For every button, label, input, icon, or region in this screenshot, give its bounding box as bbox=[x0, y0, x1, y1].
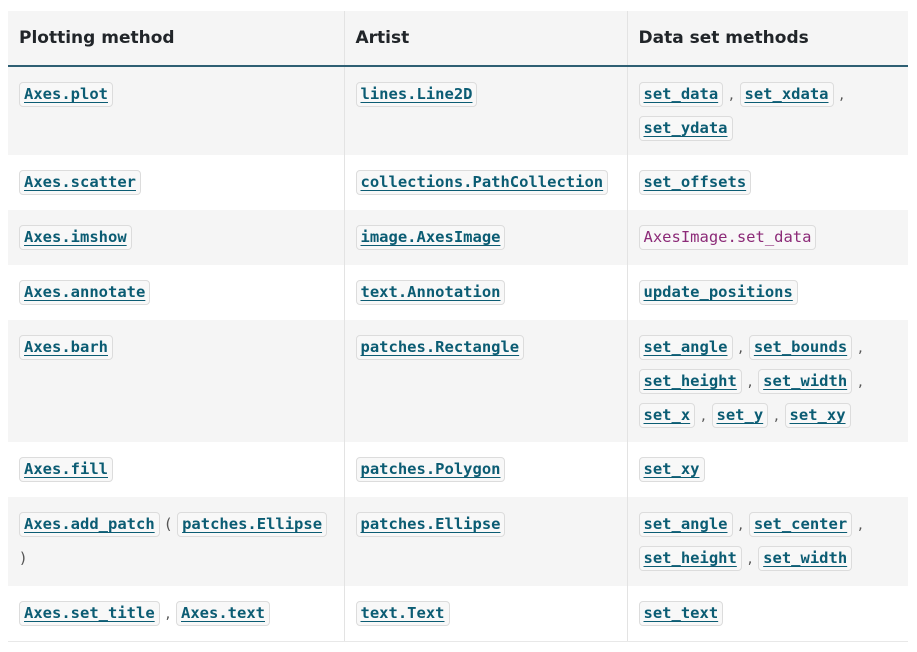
plotting-method-cell: Axes.plot bbox=[8, 66, 345, 155]
api-link[interactable]: collections.PathCollection bbox=[355, 170, 609, 195]
api-link[interactable]: Axes.scatter bbox=[19, 170, 141, 195]
api-link[interactable]: set_bounds bbox=[748, 335, 853, 360]
table-row: Axes.set_title , Axes.text text.Text set_t… bbox=[8, 586, 908, 642]
separator: , bbox=[728, 85, 734, 103]
plotting-method-cell: Axes.barh bbox=[8, 320, 345, 442]
separator: , bbox=[165, 604, 171, 622]
api-link[interactable]: set_height bbox=[638, 546, 742, 571]
api-link[interactable]: set_angle bbox=[638, 335, 733, 360]
api-link[interactable]: Axes.imshow bbox=[19, 225, 132, 250]
separator: , bbox=[773, 406, 779, 424]
api-link[interactable]: Axes.plot bbox=[19, 82, 113, 107]
api-link[interactable]: Axes.barh bbox=[19, 335, 113, 360]
api-link[interactable]: set_offsets bbox=[638, 170, 752, 195]
artist-cell: text.Annotation bbox=[344, 265, 628, 320]
data-set-methods-cell: set_angle , set_bounds , set_height , se… bbox=[627, 320, 908, 442]
separator: , bbox=[738, 338, 744, 356]
api-code: AxesImage.set_data bbox=[638, 225, 817, 250]
table-row: Axes.scatter collections.PathCollection se… bbox=[8, 155, 908, 210]
artist-methods-table: Plotting method Artist Data set methods … bbox=[8, 11, 908, 642]
table-row: Axes.add_patch ( patches.Ellipse ) patche… bbox=[8, 497, 908, 586]
api-link[interactable]: set_height bbox=[638, 369, 742, 394]
api-link[interactable]: set_x bbox=[638, 403, 696, 428]
data-set-methods-cell: AxesImage.set_data bbox=[627, 210, 908, 265]
separator: , bbox=[747, 549, 753, 567]
table-row: Axes.fill patches.Polygon set_xy bbox=[8, 442, 908, 497]
table-row: Axes.barh patches.Rectangle set_angle , se… bbox=[8, 320, 908, 442]
artist-cell: lines.Line2D bbox=[344, 66, 628, 155]
api-link[interactable]: set_width bbox=[758, 369, 853, 394]
api-link[interactable]: set_xy bbox=[784, 403, 851, 428]
separator: , bbox=[839, 85, 845, 103]
header-data-set-methods: Data set methods bbox=[627, 11, 908, 67]
separator: , bbox=[857, 515, 863, 533]
api-link[interactable]: text.Text bbox=[355, 601, 450, 626]
api-link[interactable]: set_angle bbox=[638, 512, 733, 537]
plotting-method-cell: Axes.set_title , Axes.text bbox=[8, 586, 345, 642]
api-link[interactable]: patches.Polygon bbox=[355, 457, 506, 482]
separator: , bbox=[857, 338, 863, 356]
separator: , bbox=[700, 406, 706, 424]
api-link[interactable]: set_text bbox=[638, 601, 724, 626]
artist-cell: patches.Ellipse bbox=[344, 497, 628, 586]
artist-cell: text.Text bbox=[344, 586, 628, 642]
api-link[interactable]: set_data bbox=[638, 82, 724, 107]
api-link[interactable]: set_y bbox=[711, 403, 769, 428]
separator: , bbox=[857, 372, 863, 390]
table-row: Axes.annotate text.Annotation update_posit… bbox=[8, 265, 908, 320]
artist-cell: image.AxesImage bbox=[344, 210, 628, 265]
api-link[interactable]: set_xdata bbox=[739, 82, 834, 107]
api-link[interactable]: Axes.set_title bbox=[19, 601, 160, 626]
api-link[interactable]: set_width bbox=[758, 546, 853, 571]
api-link[interactable]: patches.Ellipse bbox=[355, 512, 506, 537]
api-link[interactable]: patches.Rectangle bbox=[355, 335, 525, 360]
plotting-method-cell: Axes.scatter bbox=[8, 155, 345, 210]
api-link[interactable]: Axes.text bbox=[176, 601, 270, 626]
artist-cell: patches.Polygon bbox=[344, 442, 628, 497]
separator: , bbox=[747, 372, 753, 390]
header-artist: Artist bbox=[344, 11, 628, 67]
table-row: Axes.plot lines.Line2D set_data , set_xdat… bbox=[8, 66, 908, 155]
table-body: Axes.plot lines.Line2D set_data , set_xdat… bbox=[8, 66, 908, 642]
api-link[interactable]: patches.Ellipse bbox=[177, 512, 328, 537]
table-header: Plotting method Artist Data set methods bbox=[8, 11, 908, 67]
api-link[interactable]: update_positions bbox=[638, 280, 798, 305]
data-set-methods-cell: set_offsets bbox=[627, 155, 908, 210]
api-link[interactable]: text.Annotation bbox=[355, 280, 506, 305]
api-link[interactable]: set_center bbox=[748, 512, 853, 537]
table-row: Axes.imshow image.AxesImage AxesImage.set_… bbox=[8, 210, 908, 265]
plotting-method-cell: Axes.fill bbox=[8, 442, 345, 497]
data-set-methods-cell: set_angle , set_center , set_height , se… bbox=[627, 497, 908, 586]
api-link[interactable]: image.AxesImage bbox=[355, 225, 506, 250]
plotting-method-cell: Axes.add_patch ( patches.Ellipse ) bbox=[8, 497, 345, 586]
data-set-methods-cell: update_positions bbox=[627, 265, 908, 320]
artist-cell: collections.PathCollection bbox=[344, 155, 628, 210]
separator: ( bbox=[165, 515, 172, 533]
separator: ) bbox=[20, 549, 26, 567]
api-link[interactable]: Axes.annotate bbox=[19, 280, 151, 305]
plotting-method-cell: Axes.annotate bbox=[8, 265, 345, 320]
api-link[interactable]: Axes.fill bbox=[19, 457, 113, 482]
data-set-methods-cell: set_text bbox=[627, 586, 908, 642]
plotting-method-cell: Axes.imshow bbox=[8, 210, 345, 265]
api-link[interactable]: set_xy bbox=[638, 457, 705, 482]
api-link[interactable]: lines.Line2D bbox=[355, 82, 478, 107]
header-plotting-method: Plotting method bbox=[8, 11, 345, 67]
artist-cell: patches.Rectangle bbox=[344, 320, 628, 442]
separator: , bbox=[738, 515, 744, 533]
api-link[interactable]: Axes.add_patch bbox=[19, 512, 160, 537]
header-row: Plotting method Artist Data set methods bbox=[8, 11, 908, 67]
data-set-methods-cell: set_data , set_xdata , set_ydata bbox=[627, 66, 908, 155]
data-set-methods-cell: set_xy bbox=[627, 442, 908, 497]
api-link[interactable]: set_ydata bbox=[638, 116, 733, 141]
